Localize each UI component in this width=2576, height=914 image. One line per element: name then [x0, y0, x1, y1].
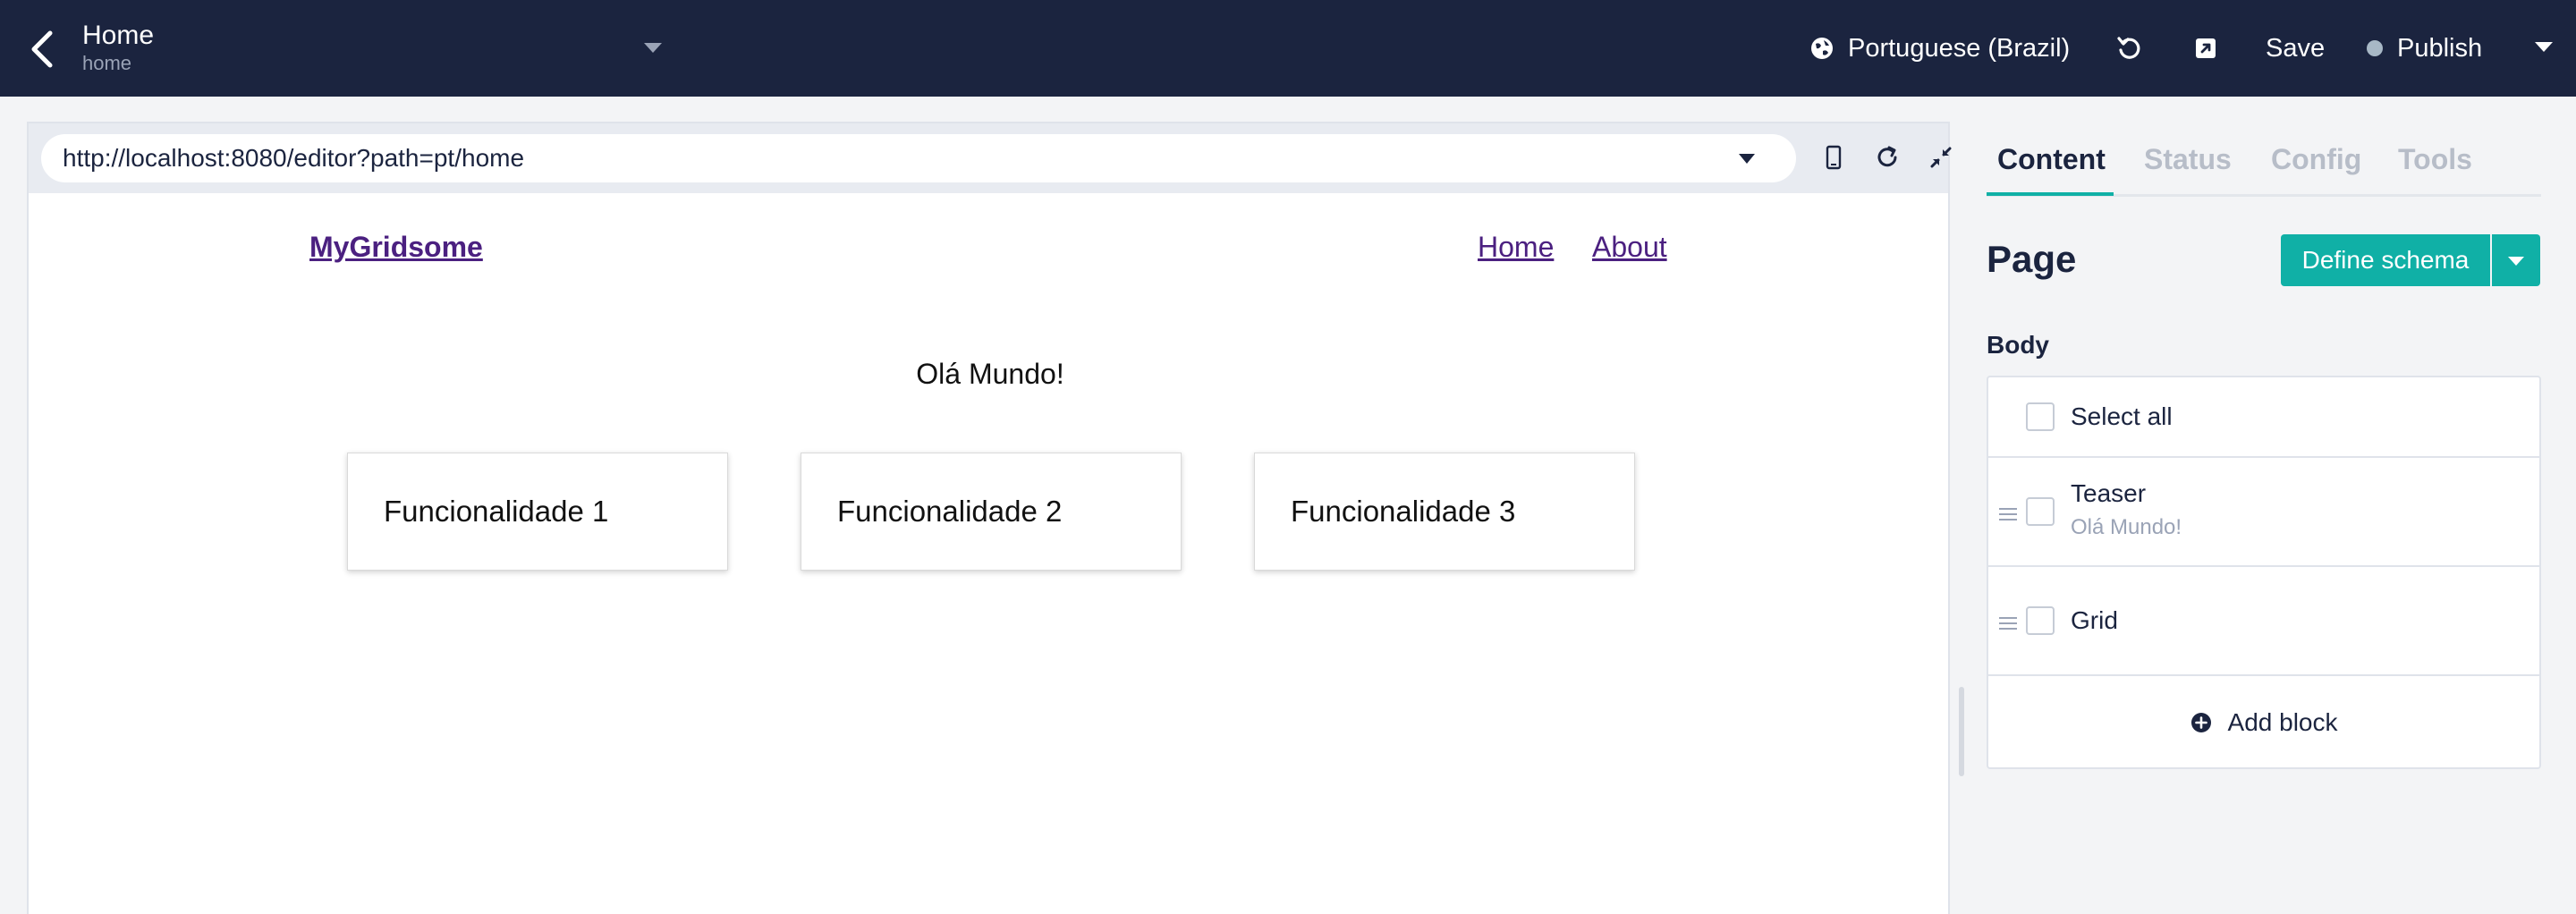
- publish-button[interactable]: Publish: [2367, 0, 2482, 97]
- add-block-content: Add block: [1988, 676, 2539, 769]
- preview-site: MyGridsome Home About Olá Mundo! Funcion…: [29, 193, 1948, 914]
- undo-icon: [2117, 37, 2140, 59]
- feature-card-label: Funcionalidade 1: [384, 495, 609, 528]
- active-tab-indicator: [1987, 192, 2114, 196]
- block-checkbox[interactable]: [2026, 497, 2055, 526]
- body-field-label: Body: [1987, 331, 2049, 359]
- reload-button[interactable]: [1866, 136, 1909, 179]
- select-all-row: Select all: [1988, 377, 2539, 458]
- compress-icon: [1930, 147, 1952, 168]
- undo-button[interactable]: [2116, 0, 2143, 97]
- url-input[interactable]: http://localhost:8080/editor?path=pt/hom…: [41, 134, 1796, 182]
- plus-circle-icon: [2190, 713, 2211, 732]
- list-item[interactable]: Teaser Olá Mundo!: [1988, 458, 2539, 567]
- nav-link-home[interactable]: Home: [1478, 231, 1554, 264]
- page-switcher-chevron-down-icon[interactable]: [644, 43, 662, 53]
- drag-handle-icon[interactable]: [1999, 617, 2017, 633]
- tab-status[interactable]: Status: [2144, 143, 2232, 176]
- feature-card: Funcionalidade 1: [347, 453, 728, 571]
- drag-handle-icon[interactable]: [1999, 508, 2017, 524]
- save-button[interactable]: Save: [2266, 0, 2325, 97]
- page-slug: home: [82, 52, 132, 74]
- publish-options-chevron-down-icon[interactable]: [2535, 42, 2553, 52]
- url-history-chevron-down-icon[interactable]: [1739, 154, 1755, 164]
- teaser-heading: Olá Mundo!: [916, 358, 1064, 390]
- publish-status-dot: [2367, 40, 2383, 56]
- feature-card-label: Funcionalidade 2: [837, 495, 1063, 528]
- panel-resize-handle[interactable]: [1959, 687, 1964, 776]
- sidebar-tabs: Content Status Config Tools: [1987, 136, 2541, 197]
- page-title: Home: [82, 21, 155, 50]
- sidebar-page-heading: Page: [1987, 238, 2077, 280]
- open-preview-button[interactable]: [2193, 0, 2218, 97]
- mobile-icon: [1826, 145, 1842, 170]
- list-item[interactable]: Grid: [1988, 567, 2539, 676]
- tab-config[interactable]: Config: [2271, 143, 2361, 176]
- add-block-button[interactable]: Add block: [1988, 676, 2539, 769]
- collapse-preview-button[interactable]: [1919, 136, 1962, 179]
- define-schema-button[interactable]: Define schema: [2281, 234, 2490, 286]
- locale-switcher[interactable]: Portuguese (Brazil): [1810, 0, 2070, 97]
- publish-label: Publish: [2397, 33, 2483, 63]
- external-link-icon: [2196, 38, 2216, 58]
- back-button[interactable]: [20, 27, 64, 72]
- tab-tools[interactable]: Tools: [2398, 143, 2472, 176]
- block-summary: Olá Mundo!: [2071, 515, 2182, 539]
- editor-header: Home home Portuguese (Brazil) Save Publi…: [0, 0, 2576, 97]
- locale-label: Portuguese (Brazil): [1848, 33, 2071, 63]
- add-block-label: Add block: [2227, 708, 2338, 736]
- globe-icon: [1811, 38, 1833, 59]
- feature-card: Funcionalidade 2: [801, 453, 1182, 571]
- block-label: Grid: [2071, 606, 2118, 634]
- block-label: Teaser: [2071, 479, 2147, 507]
- site-brand-link[interactable]: MyGridsome: [309, 231, 483, 264]
- chevron-left-icon: [31, 30, 53, 68]
- mobile-view-button[interactable]: [1812, 136, 1855, 179]
- refresh-icon: [1877, 146, 1897, 167]
- block-list: Select all Teaser Olá Mundo! Grid Add bl…: [1987, 376, 2541, 769]
- tab-content[interactable]: Content: [1997, 143, 2106, 176]
- schema-options-chevron-down-icon[interactable]: [2492, 234, 2540, 286]
- preview-frame: http://localhost:8080/editor?path=pt/hom…: [27, 122, 1952, 914]
- feature-card-label: Funcionalidade 3: [1291, 495, 1516, 528]
- block-checkbox[interactable]: [2026, 606, 2055, 635]
- page-title-block: Home home: [82, 20, 154, 75]
- select-all-label: Select all: [2071, 402, 2173, 430]
- nav-link-about[interactable]: About: [1592, 231, 1667, 264]
- url-text: http://localhost:8080/editor?path=pt/hom…: [63, 144, 525, 172]
- preview-url-bar: http://localhost:8080/editor?path=pt/hom…: [29, 123, 1952, 193]
- feature-card: Funcionalidade 3: [1254, 453, 1635, 571]
- select-all-checkbox[interactable]: [2026, 402, 2055, 431]
